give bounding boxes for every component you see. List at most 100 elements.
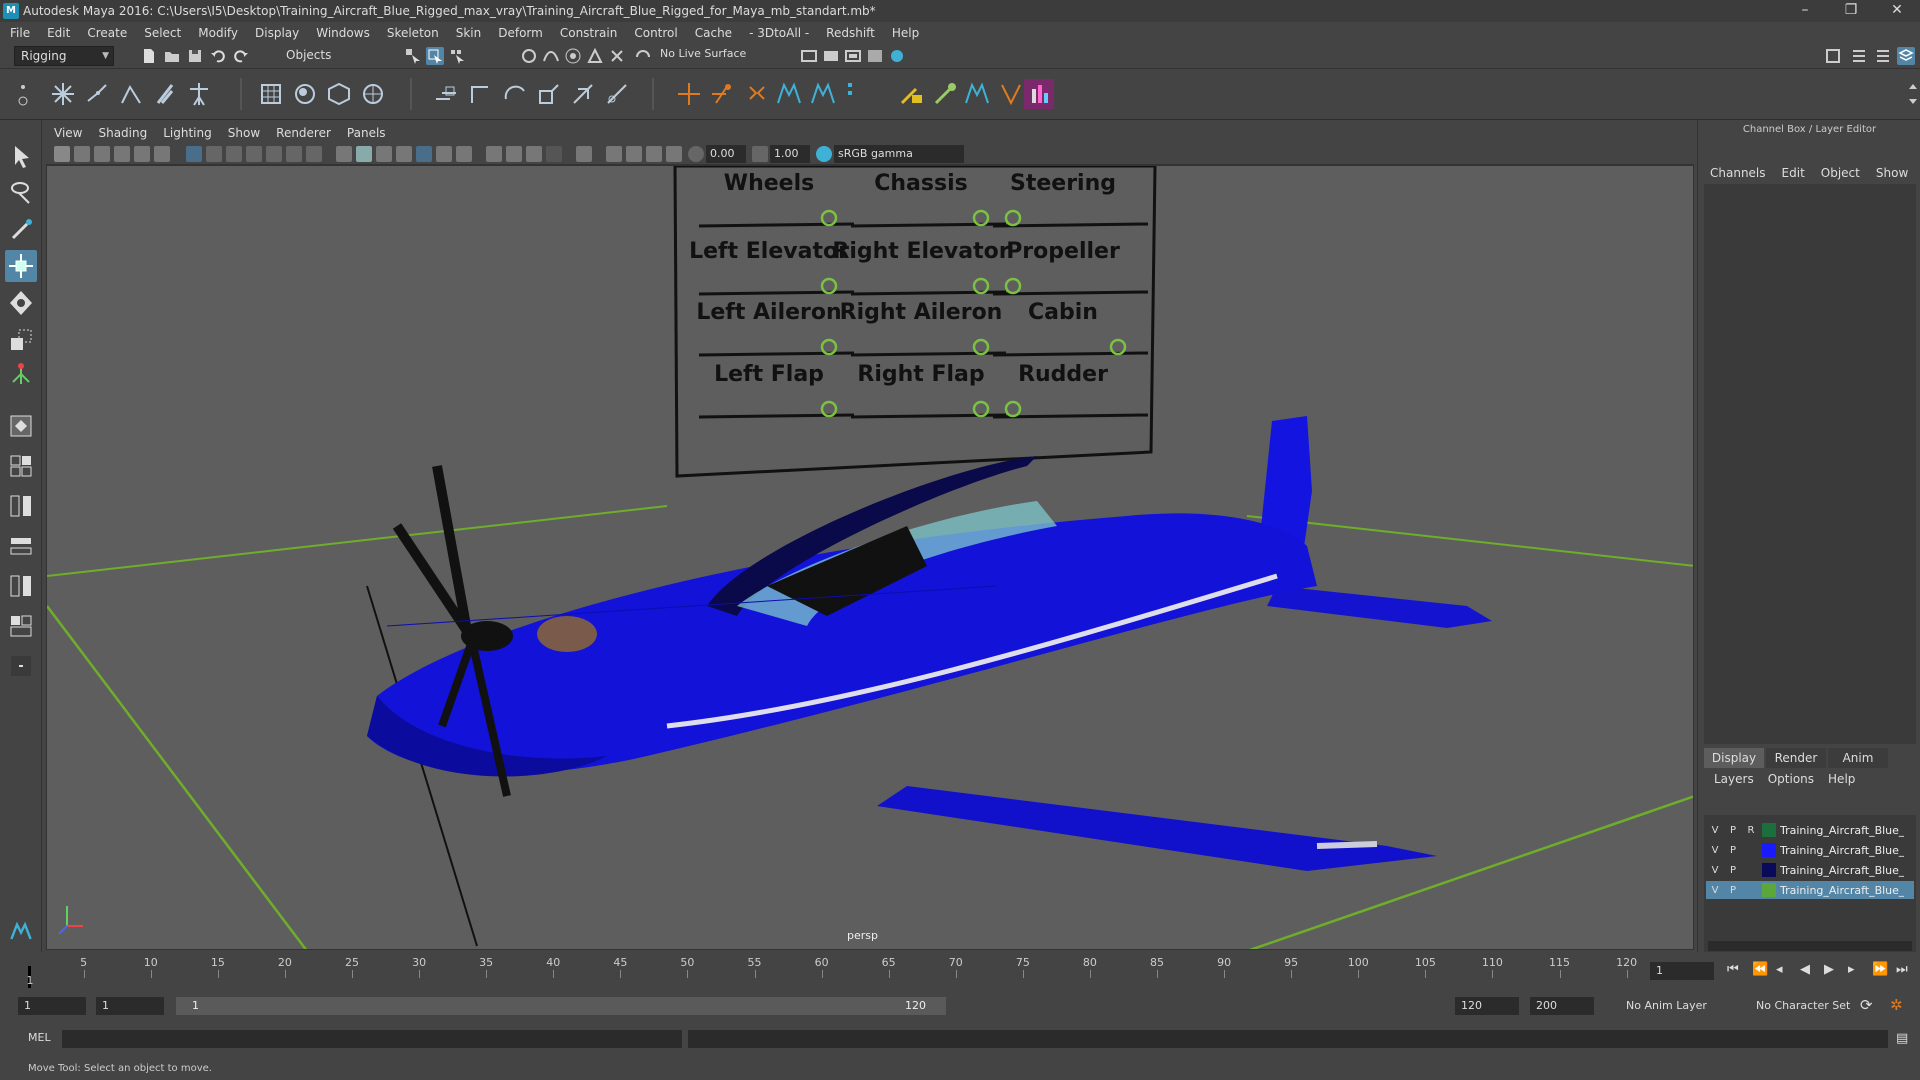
- single-perspective-layout-icon[interactable]: [5, 450, 37, 482]
- orient-constraint-icon[interactable]: [500, 79, 530, 109]
- motion-blur-icon[interactable]: [506, 146, 522, 162]
- smooth-shade-icon[interactable]: [356, 146, 372, 162]
- viewport-menu-panels[interactable]: Panels: [347, 126, 386, 140]
- humanik-icon[interactable]: [184, 79, 214, 109]
- close-button[interactable]: ✕: [1874, 0, 1920, 22]
- menu-edit[interactable]: Edit: [47, 26, 70, 40]
- shape-editor-icon[interactable]: [1024, 79, 1054, 109]
- grease-pencil-icon[interactable]: [154, 146, 170, 162]
- anti-aliasing-icon[interactable]: [526, 146, 542, 162]
- menu-skeleton[interactable]: Skeleton: [387, 26, 439, 40]
- tab-anim[interactable]: Anim: [1828, 748, 1888, 768]
- script-editor-icon[interactable]: ▤: [1896, 1031, 1908, 1046]
- scale-tool-icon[interactable]: [5, 324, 37, 356]
- persp-outliner-layout-icon[interactable]: [5, 530, 37, 562]
- snap-view-plane-icon[interactable]: [586, 47, 604, 65]
- paint-select-tool-icon[interactable]: [5, 214, 37, 246]
- training-aircraft[interactable]: [366, 416, 1492, 947]
- menu-3dtoall[interactable]: - 3DtoAll -: [749, 26, 809, 40]
- playback-toggle[interactable]: P: [1724, 825, 1742, 836]
- quick-rig-icon[interactable]: [842, 79, 872, 109]
- menu-skin[interactable]: Skin: [456, 26, 482, 40]
- shelf-scroll-icon[interactable]: [1898, 79, 1917, 109]
- playback-toggle[interactable]: P: [1724, 865, 1742, 876]
- options-menu[interactable]: Options: [1768, 772, 1814, 786]
- maximize-button[interactable]: ❐: [1828, 0, 1874, 22]
- save-scene-icon[interactable]: [186, 47, 204, 65]
- animation-end-field[interactable]: 200: [1530, 997, 1594, 1015]
- menu-display[interactable]: Display: [255, 26, 299, 40]
- playback-toggle[interactable]: P: [1724, 885, 1742, 896]
- playback-start-field[interactable]: 1: [96, 997, 164, 1015]
- hypershade-icon[interactable]: [866, 47, 884, 65]
- menu-create[interactable]: Create: [87, 26, 127, 40]
- layer-row[interactable]: V P Training_Aircraft_Blue_: [1706, 841, 1914, 859]
- viewport-menu-renderer[interactable]: Renderer: [276, 126, 331, 140]
- gamma-icon[interactable]: [752, 146, 768, 162]
- aim-constraint-icon[interactable]: [466, 79, 496, 109]
- viewport-menu-show[interactable]: Show: [228, 126, 260, 140]
- layers-menu[interactable]: Layers: [1714, 772, 1754, 786]
- render-frame-icon[interactable]: [822, 47, 840, 65]
- script-language-label[interactable]: MEL: [28, 1031, 51, 1044]
- select-tool-icon[interactable]: [5, 140, 37, 172]
- render-view-icon[interactable]: [888, 47, 906, 65]
- attribute-editor-icon[interactable]: [1850, 47, 1868, 65]
- resolution-gate-icon[interactable]: [226, 146, 242, 162]
- modeling-toolkit-icon[interactable]: [1824, 47, 1842, 65]
- point-constraint-icon[interactable]: [432, 79, 462, 109]
- wireframe-icon[interactable]: [336, 146, 352, 162]
- layer-color-swatch[interactable]: [1762, 843, 1776, 857]
- menu-deform[interactable]: Deform: [498, 26, 543, 40]
- snap-live-icon[interactable]: [608, 47, 626, 65]
- safe-action-icon[interactable]: [286, 146, 302, 162]
- ik-handle-icon[interactable]: [82, 79, 112, 109]
- last-tool-icon[interactable]: [5, 410, 37, 442]
- step-forward-frame-icon[interactable]: ▸: [1848, 962, 1855, 977]
- isolate-select-icon[interactable]: [576, 146, 592, 162]
- playback-toggle[interactable]: P: [1724, 845, 1742, 856]
- menu-modify[interactable]: Modify: [198, 26, 238, 40]
- command-input[interactable]: [62, 1030, 682, 1048]
- edit-menu[interactable]: Edit: [1782, 166, 1805, 180]
- menu-select[interactable]: Select: [144, 26, 181, 40]
- step-forward-key-icon[interactable]: ⏩: [1872, 962, 1888, 977]
- play-backwards-icon[interactable]: ◀: [1800, 962, 1810, 977]
- channel-box-toggle-icon[interactable]: [1897, 47, 1915, 65]
- paint-weights-icon[interactable]: [896, 79, 926, 109]
- select-hierarchy-icon[interactable]: [404, 47, 422, 65]
- layer-row[interactable]: V P Training_Aircraft_Blue_: [1706, 881, 1914, 899]
- animation-preferences-icon[interactable]: ✲: [1890, 996, 1903, 1014]
- control-board[interactable]: Wheels Chassis SteeringLeft ElevatorRight …: [673, 166, 1157, 478]
- animation-start-field[interactable]: 1: [18, 997, 86, 1015]
- gate-mask-icon[interactable]: [246, 146, 262, 162]
- use-all-lights-icon[interactable]: [436, 146, 452, 162]
- ambient-occlusion-icon[interactable]: [486, 146, 502, 162]
- four-view-layout-icon[interactable]: [5, 490, 37, 522]
- menu-cache[interactable]: Cache: [695, 26, 732, 40]
- move-tool-icon[interactable]: [5, 250, 37, 282]
- auto-key-icon[interactable]: ⟳: [1860, 996, 1873, 1014]
- visibility-toggle[interactable]: V: [1706, 885, 1724, 896]
- viewport-menu-view[interactable]: View: [54, 126, 82, 140]
- rotate-tool-icon[interactable]: [5, 287, 37, 319]
- bookmark-icon[interactable]: [94, 146, 110, 162]
- ipr-render-icon[interactable]: [844, 47, 862, 65]
- step-back-frame-icon[interactable]: ◂: [1776, 962, 1783, 977]
- select-camera-icon[interactable]: [54, 146, 70, 162]
- make-live-icon[interactable]: [634, 47, 652, 65]
- layer-color-swatch[interactable]: [1762, 823, 1776, 837]
- selection-mode-dropdown[interactable]: Objects: [280, 46, 380, 66]
- tool-settings-icon[interactable]: [1874, 47, 1892, 65]
- film-gate-icon[interactable]: [206, 146, 222, 162]
- cluster-icon[interactable]: [290, 79, 320, 109]
- joint-orient-icon[interactable]: [708, 79, 738, 109]
- blend-shape-icon[interactable]: [324, 79, 354, 109]
- persp-graph-layout-icon[interactable]: [5, 570, 37, 602]
- layer-scrollbar[interactable]: [1708, 941, 1912, 951]
- view-transform-dropdown[interactable]: sRGB gamma: [834, 145, 964, 163]
- layer-row[interactable]: V P Training_Aircraft_Blue_: [1706, 861, 1914, 879]
- field-chart-icon[interactable]: [266, 146, 282, 162]
- open-scene-icon[interactable]: [163, 47, 181, 65]
- wire-deformer-icon[interactable]: [358, 79, 388, 109]
